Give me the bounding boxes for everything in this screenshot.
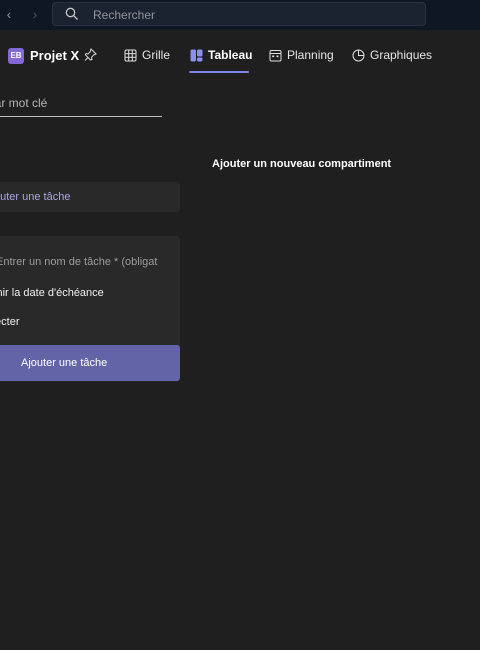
calendar-icon bbox=[269, 50, 282, 62]
active-tab-indicator bbox=[189, 71, 249, 73]
tab-board-label: Tableau bbox=[208, 48, 253, 62]
search-icon bbox=[65, 7, 78, 20]
keyword-filter-input[interactable] bbox=[0, 94, 160, 112]
new-task-card: finir la date d'échéance fecter Ajouter … bbox=[0, 236, 180, 382]
keyword-filter[interactable] bbox=[0, 90, 162, 117]
task-name-input[interactable] bbox=[0, 252, 168, 272]
back-arrow-icon[interactable]: ‹ bbox=[2, 5, 16, 23]
pin-icon[interactable] bbox=[84, 48, 97, 62]
app-header: EB Projet X Grille Tableau Planning Grap… bbox=[0, 30, 480, 80]
search-box[interactable] bbox=[52, 2, 426, 26]
title-bar: ‹ › bbox=[0, 0, 480, 30]
tab-schedule[interactable]: Planning bbox=[269, 46, 334, 66]
forward-arrow-icon[interactable]: › bbox=[28, 5, 42, 23]
board-icon bbox=[190, 49, 203, 62]
tab-charts-label: Graphiques bbox=[370, 48, 433, 62]
tab-schedule-label: Planning bbox=[287, 48, 334, 62]
search-input[interactable] bbox=[91, 5, 415, 25]
tab-charts[interactable]: Graphiques bbox=[352, 46, 432, 66]
grid-icon bbox=[124, 49, 137, 62]
tab-board[interactable]: Tableau bbox=[190, 46, 252, 66]
project-title[interactable]: Projet X bbox=[30, 48, 79, 64]
add-task-button[interactable]: Ajouter une tâche bbox=[0, 345, 180, 381]
add-bucket-link[interactable]: Ajouter un nouveau compartiment bbox=[212, 158, 391, 170]
project-avatar: EB bbox=[8, 48, 24, 64]
add-task-label: outer une tâche bbox=[0, 191, 71, 203]
due-date-button[interactable]: finir la date d'échéance bbox=[0, 287, 104, 299]
assign-button[interactable]: fecter bbox=[0, 316, 20, 328]
tab-grid[interactable]: Grille bbox=[124, 46, 170, 66]
add-task-row[interactable]: outer une tâche bbox=[0, 182, 180, 212]
chart-icon bbox=[352, 49, 365, 62]
tab-grid-label: Grille bbox=[142, 48, 171, 62]
